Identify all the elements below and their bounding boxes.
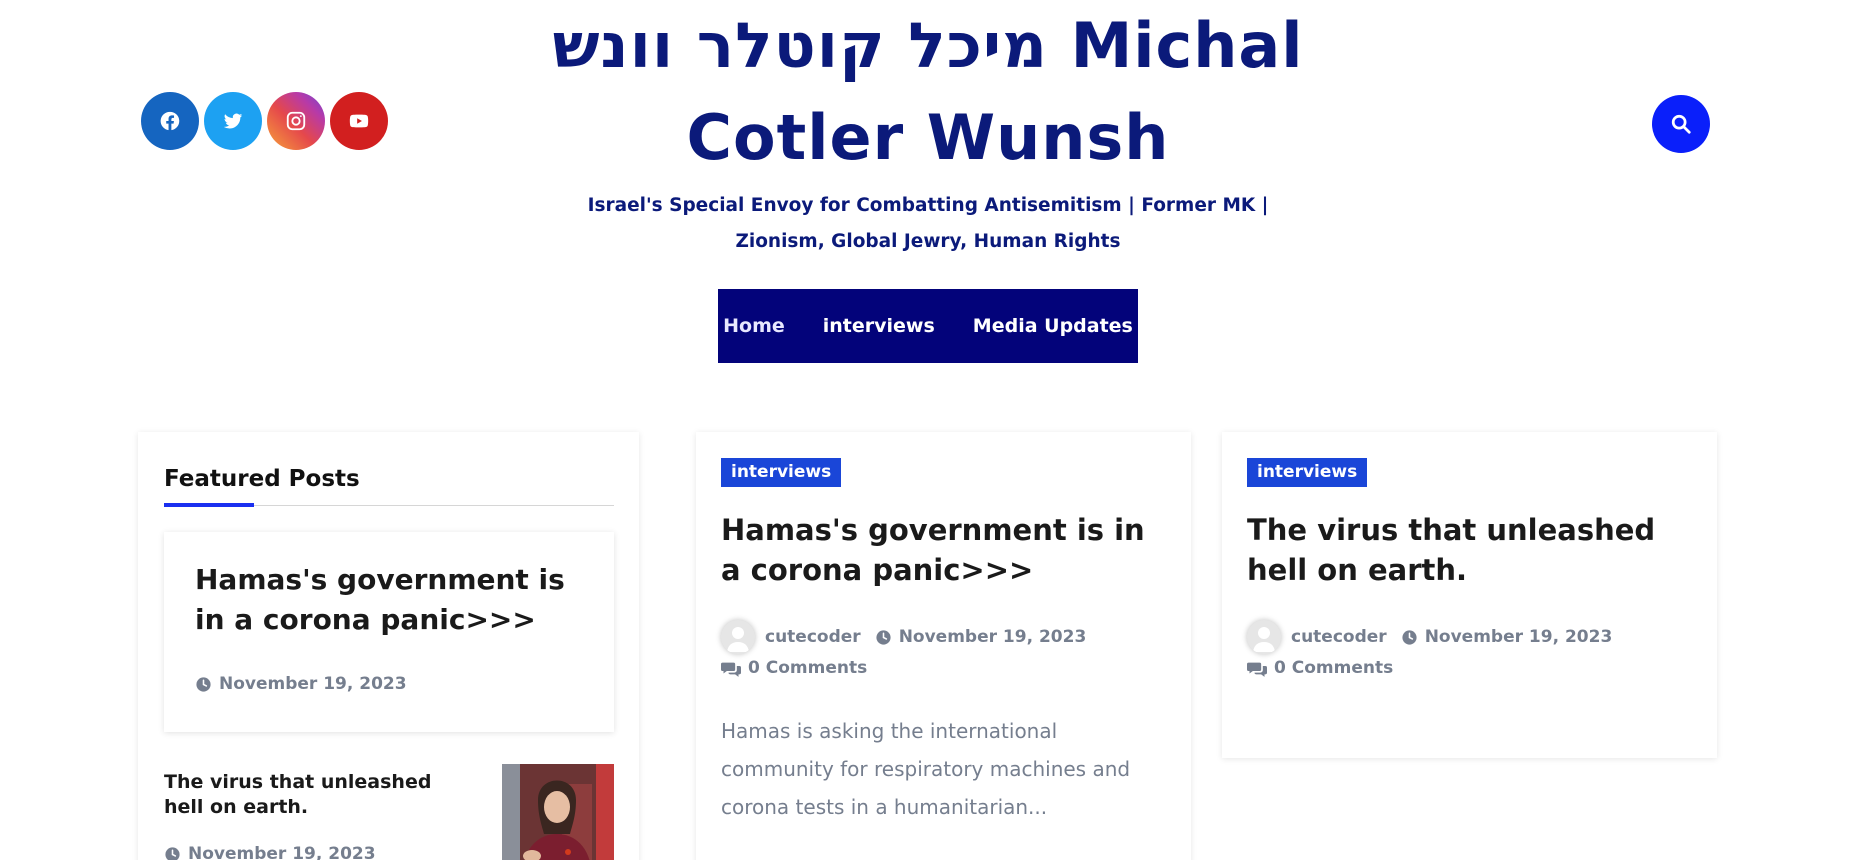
nav-item-interviews[interactable]: interviews [823,315,935,337]
nav-item-media-updates[interactable]: Media Updates [973,315,1133,337]
site-title-line1[interactable]: מיכל קוטלר וונש Michal [480,0,1376,92]
author-name[interactable]: cutecoder [1291,627,1387,647]
featured-post-date[interactable]: November 19, 2023 [195,674,407,694]
site-branding: מיכל קוטלר וונש Michal Cotler Wunsh Isra… [480,0,1376,260]
date-text: November 19, 2023 [188,844,376,860]
youtube-icon[interactable] [330,92,388,150]
category-badge[interactable]: interviews [1247,458,1368,487]
site-title[interactable]: מיכל קוטלר וונש Michal Cotler Wunsh [480,0,1376,184]
featured-post-title[interactable]: Hamas's government is in a corona panic>… [195,560,595,640]
post-title[interactable]: The virus that unleashed hell on earth. [1247,510,1697,590]
comments-icon [721,662,741,677]
post-meta: cutecoder November 19, 2023 0 Comments [1247,620,1697,678]
date-text: November 19, 2023 [1424,627,1613,647]
featured-main-post[interactable]: Hamas's government is in a corona panic>… [164,532,614,732]
author-name[interactable]: cutecoder [765,627,861,647]
clock-icon [165,846,180,860]
post-comments[interactable]: 0 Comments [721,658,1171,678]
author-avatar[interactable] [721,620,755,654]
search-button[interactable] [1652,95,1710,153]
author-avatar[interactable] [1247,620,1281,654]
clock-icon [876,629,891,645]
site-tagline: Israel's Special Envoy for Combatting An… [587,195,1269,252]
widget-title-accent [164,503,254,507]
post-date[interactable]: November 19, 2023 [1401,627,1613,647]
featured-mini-post[interactable]: The virus that unleashed hell on earth. … [164,764,614,860]
post-title[interactable]: Hamas's government is in a corona panic>… [721,510,1171,590]
instagram-icon[interactable] [267,92,325,150]
facebook-icon[interactable] [141,92,199,150]
twitter-icon[interactable] [204,92,262,150]
widget-title: Featured Posts [164,466,360,492]
site-title-line2[interactable]: Cotler Wunsh [480,92,1376,184]
date-text: November 19, 2023 [898,627,1087,647]
search-icon [1671,114,1691,134]
user-icon [727,627,749,652]
clock-icon [196,676,211,692]
mini-post-title[interactable]: The virus that unleashed hell on earth. [164,770,464,820]
comments-count: 0 Comments [1274,658,1394,678]
post-meta: cutecoder November 19, 2023 0 Comments [721,620,1171,678]
mini-post-date[interactable]: November 19, 2023 [164,844,376,860]
nav-item-home[interactable]: Home [723,315,785,337]
post-card: interviews Hamas's government is in a co… [696,432,1191,860]
post-card: interviews The virus that unleashed hell… [1222,432,1717,758]
category-badge[interactable]: interviews [721,458,842,487]
main-navigation: Home interviews Media Updates [718,289,1138,363]
mini-post-thumbnail[interactable] [502,764,614,860]
post-date[interactable]: November 19, 2023 [875,627,1087,647]
post-comments[interactable]: 0 Comments [1247,658,1697,678]
social-links [141,92,388,150]
featured-posts-widget: Featured Posts Hamas's government is in … [138,432,639,860]
post-excerpt: Hamas is asking the international commun… [721,719,1131,819]
comments-count: 0 Comments [748,658,868,678]
user-icon [1253,627,1275,652]
clock-icon [1402,629,1417,645]
date-text: November 19, 2023 [219,674,407,694]
comments-icon [1247,662,1267,677]
